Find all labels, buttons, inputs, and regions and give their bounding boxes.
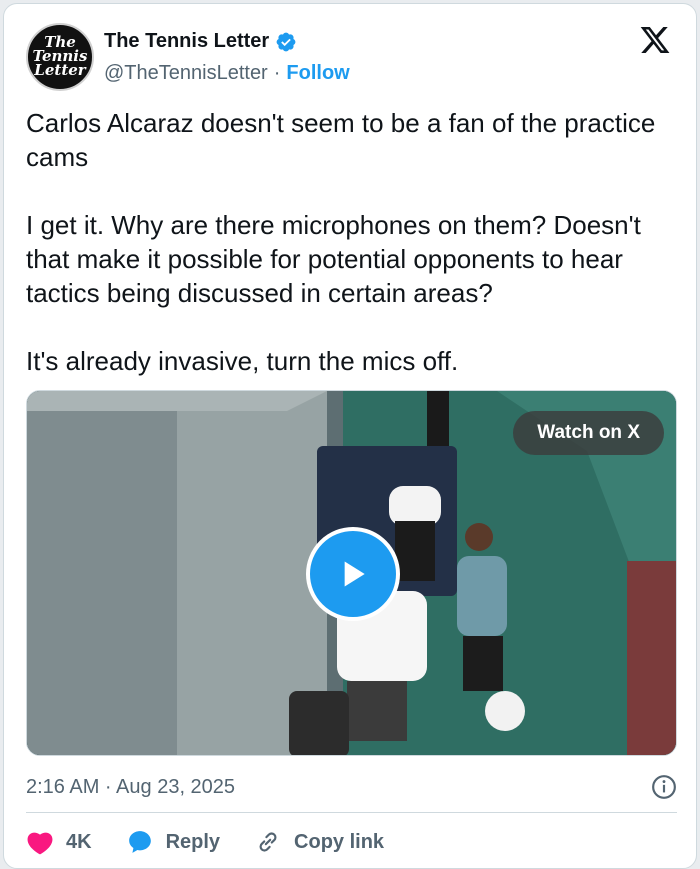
tweet-header: The Tennis Letter The Tennis Letter @The… <box>4 4 696 96</box>
heart-icon <box>27 832 53 855</box>
divider <box>26 812 677 813</box>
separator-dot: · <box>273 62 281 84</box>
timestamp-row: 2:16 AM · Aug 23, 2025 <box>26 772 677 802</box>
name-row: The Tennis Letter <box>104 30 297 53</box>
timestamp[interactable]: 2:16 AM · Aug 23, 2025 <box>26 776 235 799</box>
action-bar: 4K Reply Copy link <box>26 822 418 862</box>
reply-bubble-icon <box>128 831 151 853</box>
info-icon[interactable] <box>651 774 677 800</box>
like-count: 4K <box>66 830 92 853</box>
link-icon <box>259 832 277 852</box>
tweet-text: Carlos Alcaraz doesn't seem to be a fan … <box>26 108 656 376</box>
play-icon <box>344 561 365 587</box>
tweet-card: The Tennis Letter The Tennis Letter @The… <box>3 3 697 869</box>
copy-link-label: Copy link <box>294 830 385 853</box>
display-name[interactable]: The Tennis Letter <box>104 30 269 53</box>
reply-label: Reply <box>165 830 221 853</box>
avatar-line-3: Letter <box>34 60 86 79</box>
verified-badge-icon <box>276 32 296 51</box>
play-button[interactable] <box>306 527 400 621</box>
avatar[interactable]: The Tennis Letter <box>26 23 94 91</box>
handle[interactable]: @TheTennisLetter <box>104 62 268 85</box>
watch-on-x-button[interactable]: Watch on X <box>513 411 664 455</box>
handle-row: @TheTennisLetter · Follow <box>104 62 350 85</box>
follow-button[interactable]: Follow <box>286 62 349 85</box>
like-button[interactable]: 4K <box>26 829 92 855</box>
reply-button[interactable]: Reply <box>126 829 220 855</box>
copy-link-button[interactable]: Copy link <box>254 829 384 855</box>
video-player[interactable]: Watch on X <box>26 390 677 756</box>
x-logo-icon[interactable] <box>638 24 672 56</box>
